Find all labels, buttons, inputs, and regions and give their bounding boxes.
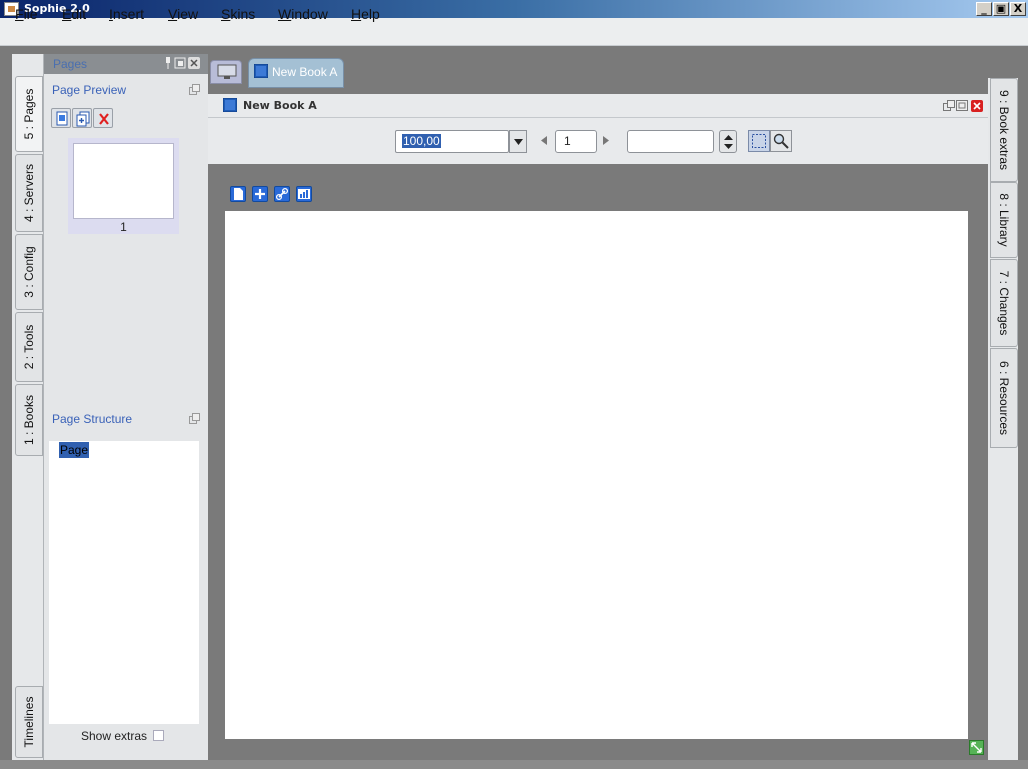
new-page-button[interactable]	[51, 108, 71, 128]
page-preview-label: Page Preview	[52, 83, 127, 97]
zoom-tool-button[interactable]	[770, 130, 792, 152]
zoom-value[interactable]: 100,00	[402, 134, 441, 148]
menu-view[interactable]: View	[168, 6, 198, 22]
plus-icon	[255, 189, 265, 199]
tab-pages[interactable]: 5 : Pages	[15, 76, 43, 152]
resize-grip[interactable]	[969, 740, 984, 755]
tab-library-label: 8 : Library	[997, 193, 1011, 247]
document-toolbar	[208, 118, 988, 164]
book-icon	[254, 64, 268, 78]
duplicate-page-button[interactable]	[72, 108, 92, 128]
page-thumbnail-image[interactable]	[73, 143, 174, 219]
chevron-down-icon	[514, 139, 523, 145]
link-icon	[275, 187, 289, 201]
zoom-dropdown-button[interactable]	[509, 130, 527, 153]
minimize-button[interactable]: _	[976, 2, 992, 16]
tab-tools-label: 2 : Tools	[22, 324, 36, 370]
menu-file[interactable]: File	[15, 6, 38, 22]
page-structure-tree[interactable]	[49, 441, 199, 724]
menu-bar	[0, 18, 1028, 46]
document-header	[208, 94, 988, 118]
tab-books-label: 1 : Books	[22, 394, 36, 446]
menu-help[interactable]: Help	[351, 6, 380, 22]
page-canvas[interactable]	[225, 211, 968, 739]
chart-icon	[298, 189, 310, 199]
float-icon[interactable]	[174, 57, 186, 69]
doc-close-icon[interactable]	[971, 100, 983, 112]
desktop-tab[interactable]	[210, 60, 242, 84]
title-bar	[0, 0, 1028, 18]
tab-servers-label: 4 : Servers	[22, 163, 36, 223]
preview-expand-icon[interactable]	[189, 84, 200, 95]
page-structure-label: Page Structure	[52, 412, 133, 426]
menu-edit[interactable]: Edit	[62, 6, 86, 22]
menu-insert[interactable]: Insert	[109, 6, 144, 22]
prev-page-icon[interactable]	[541, 136, 547, 145]
status-strip	[0, 760, 1028, 769]
magnifier-icon	[773, 133, 789, 149]
structure-expand-icon[interactable]	[189, 413, 200, 424]
structure-item-page[interactable]: Page	[59, 442, 90, 458]
doc-float-icon[interactable]	[943, 100, 955, 111]
tab-tools[interactable]: 2 : Tools	[15, 312, 43, 382]
delete-page-button[interactable]	[93, 108, 113, 128]
add-element-button[interactable]	[252, 186, 268, 202]
pages-panel-title: Pages	[53, 57, 88, 71]
page-number-field[interactable]	[555, 130, 597, 153]
tab-resources[interactable]: 6 : Resources	[990, 348, 1018, 448]
pin-icon[interactable]	[163, 57, 173, 69]
tab-book-extras[interactable]: 9 : Book extras	[990, 78, 1018, 182]
tab-changes[interactable]: 7 : Changes	[990, 259, 1018, 347]
next-page-icon[interactable]	[603, 136, 609, 145]
tab-library[interactable]: 8 : Library	[990, 182, 1018, 258]
tab-resources-label: 6 : Resources	[997, 360, 1011, 436]
tab-books[interactable]: 1 : Books	[15, 384, 43, 456]
tab-config-label: 3 : Config	[22, 246, 36, 298]
spinner-arrows-icon	[724, 135, 733, 149]
restore-button[interactable]: ▣	[993, 2, 1009, 16]
link-button[interactable]	[274, 186, 290, 202]
doc-maximize-icon[interactable]	[956, 100, 968, 111]
monitor-icon	[217, 64, 237, 79]
tab-config[interactable]: 3 : Config	[15, 234, 43, 310]
marquee-icon	[752, 134, 766, 148]
page-icon	[234, 188, 243, 200]
tab-servers[interactable]: 4 : Servers	[15, 154, 43, 232]
spinner-buttons[interactable]	[719, 130, 737, 153]
book-tab-label: New Book A	[272, 65, 338, 79]
page-settings-button[interactable]	[230, 186, 246, 202]
selection-tool-button[interactable]	[748, 130, 770, 152]
chart-button[interactable]	[296, 186, 312, 202]
page-thumbnail-number: 1	[120, 220, 127, 234]
spinner-field[interactable]	[627, 130, 714, 153]
show-extras-checkbox[interactable]	[153, 730, 164, 741]
menu-window[interactable]: Window	[278, 6, 328, 22]
tab-book-extras-label: 9 : Book extras	[997, 89, 1011, 171]
page-number-value: 1	[564, 134, 571, 148]
document-title: New Book A	[243, 99, 317, 112]
menu-skins[interactable]: Skins	[221, 6, 255, 22]
tab-timelines-label: Timelines	[22, 696, 36, 748]
resize-icon	[971, 742, 982, 753]
close-button[interactable]: X	[1010, 2, 1026, 16]
tab-pages-label: 5 : Pages	[22, 88, 36, 140]
tab-changes-label: 7 : Changes	[997, 270, 1011, 336]
document-book-icon	[223, 98, 237, 112]
tab-timelines[interactable]: Timelines	[15, 686, 43, 758]
show-extras-label: Show extras	[81, 729, 148, 743]
panel-close-icon[interactable]	[188, 57, 200, 69]
